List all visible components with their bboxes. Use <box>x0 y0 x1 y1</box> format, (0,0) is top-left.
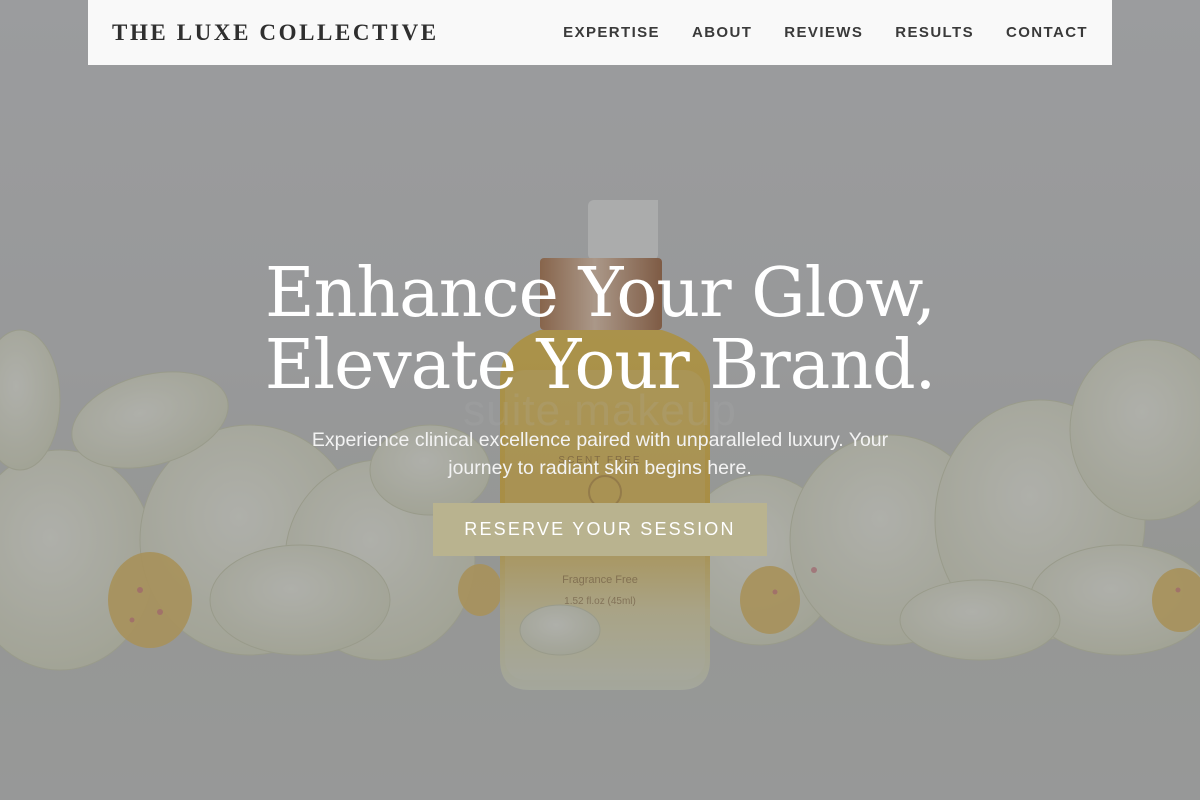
nav-link-about[interactable]: ABOUT <box>692 24 752 41</box>
reserve-session-button[interactable]: RESERVE YOUR SESSION <box>433 503 767 556</box>
hero-subtext: Experience clinical excellence paired wi… <box>311 429 889 479</box>
hero-headline: Enhance Your Glow, Elevate Your Brand. <box>0 258 1200 402</box>
nav-link-expertise[interactable]: EXPERTISE <box>563 24 660 41</box>
hero-content: Enhance Your Glow, Elevate Your Brand. E… <box>0 258 1200 556</box>
nav-link-results[interactable]: RESULTS <box>895 24 974 41</box>
hero-headline-line-2: Elevate Your Brand. <box>264 326 937 405</box>
hero-section: suite.makeup SCENT FREE Fragrance Free 1… <box>0 0 1200 800</box>
nav-link-contact[interactable]: CONTACT <box>1006 24 1088 41</box>
site-logo[interactable]: THE LUXE COLLECTIVE <box>112 20 439 46</box>
hero-headline-line-1: Enhance Your Glow, <box>264 254 936 333</box>
nav-link-reviews[interactable]: REVIEWS <box>784 24 863 41</box>
site-header: THE LUXE COLLECTIVE EXPERTISE ABOUT REVI… <box>88 0 1112 65</box>
main-nav: EXPERTISE ABOUT REVIEWS RESULTS CONTACT <box>563 24 1088 41</box>
